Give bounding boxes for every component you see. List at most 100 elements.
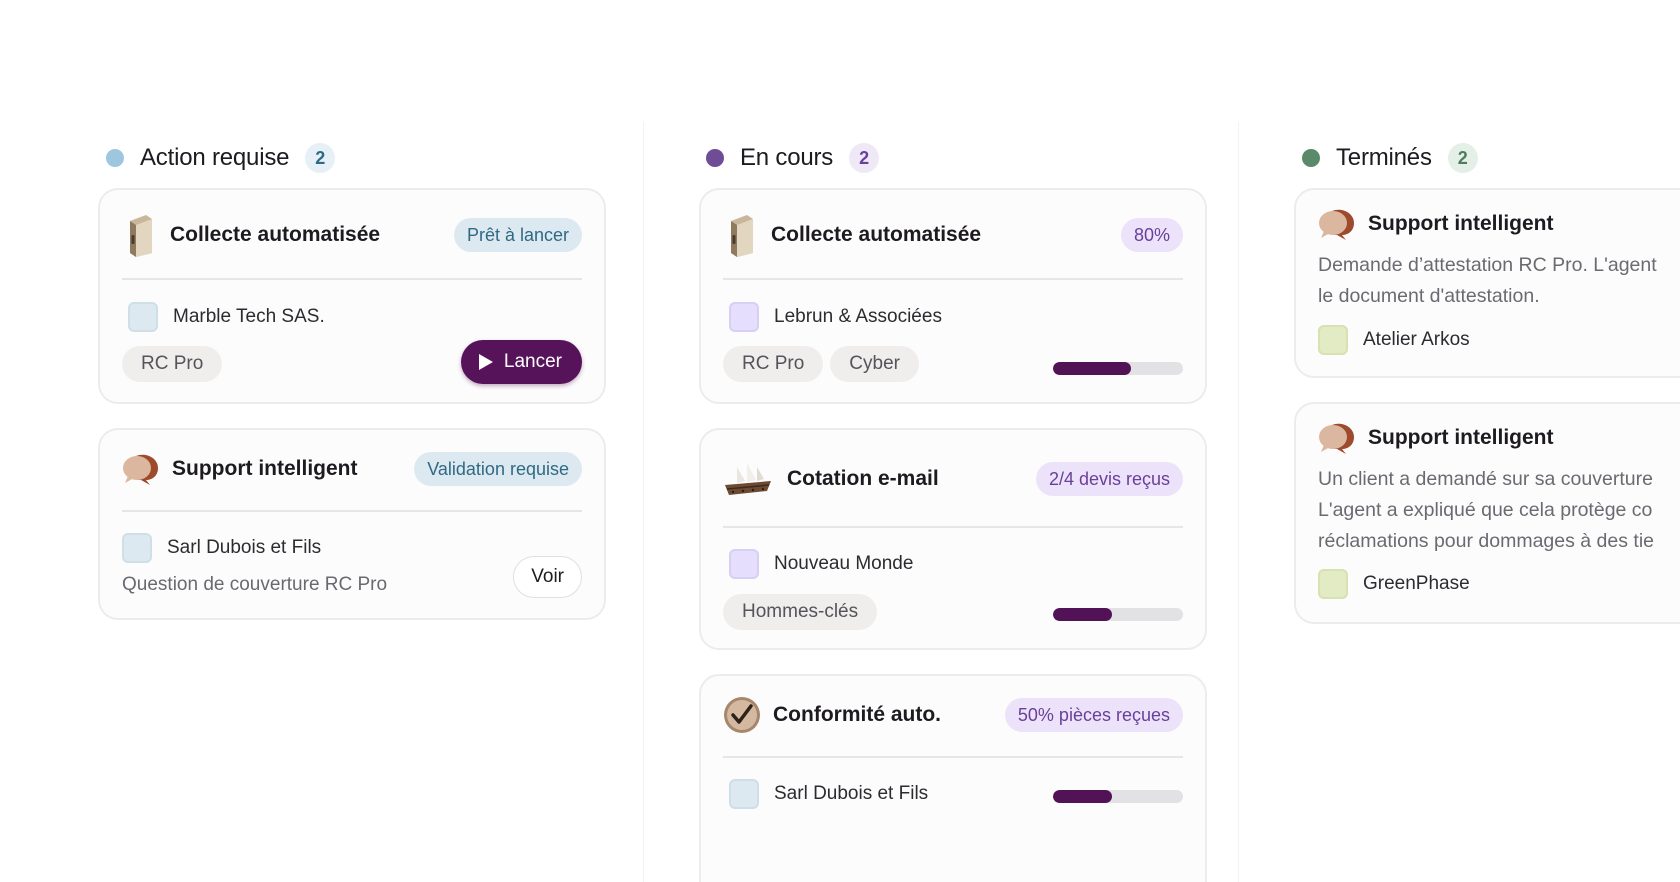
card-title: Cotation e-mail: [787, 467, 939, 490]
card-header: Conformité auto. 50% pièces reçues: [723, 690, 1183, 740]
progress-bar: [1053, 790, 1183, 803]
progress-bar: [1053, 608, 1183, 621]
tag-list: RC Pro: [122, 346, 229, 382]
column-termines: Terminés 2 Support intelligent Demande d…: [1256, 122, 1680, 882]
client-avatar: [128, 302, 158, 332]
client-row: Marble Tech SAS.: [128, 301, 325, 333]
client-avatar: [1318, 569, 1348, 599]
card-divider: [122, 278, 582, 280]
client-row: Nouveau Monde: [729, 548, 913, 580]
client-row: Atelier Arkos: [1318, 324, 1470, 356]
card-divider: [723, 526, 1183, 528]
binder-icon: [122, 213, 158, 257]
progress-fill: [1053, 362, 1131, 375]
client-row: Sarl Dubois et Fils: [729, 778, 928, 810]
card-subtext: Question de couverture RC Pro: [122, 574, 388, 595]
card-header: Support intelligent: [1318, 202, 1680, 246]
column-divider: [1238, 122, 1239, 882]
status-badge: Validation requise: [414, 452, 582, 486]
task-card[interactable]: Collecte automatisée 80% Lebrun & Associ…: [699, 188, 1207, 404]
card-header: Support intelligent Validation requise: [122, 444, 582, 494]
play-icon: [478, 354, 493, 370]
column-count-badge: 2: [849, 143, 880, 173]
client-avatar: [729, 549, 759, 579]
tag-list: Hommes-clés: [723, 594, 884, 630]
card-title: Support intelligent: [172, 457, 358, 480]
checkmark-badge-icon: [723, 696, 761, 734]
description-line: réclamations pour dommages à des tie: [1318, 530, 1655, 552]
progress-fill: [1053, 790, 1112, 803]
column-title: En cours: [740, 144, 834, 171]
card-title: Support intelligent: [1368, 212, 1554, 235]
client-name: GreenPhase: [1363, 573, 1470, 594]
client-avatar: [729, 302, 759, 332]
tag: RC Pro: [723, 346, 824, 382]
status-badge: 2/4 devis reçus: [1035, 462, 1183, 496]
client-name: Marble Tech SAS.: [173, 306, 325, 327]
column-divider: [643, 122, 644, 882]
card-header: Cotation e-mail 2/4 devis reçus: [723, 454, 1183, 504]
card-title: Support intelligent: [1368, 426, 1554, 449]
card-title: Collecte automatisée: [771, 223, 982, 246]
kanban-board: Action requise 2 Collecte automatisée Pr…: [0, 0, 1680, 882]
column-header: Terminés 2: [1302, 140, 1478, 176]
card-header: Collecte automatisée 80%: [723, 210, 1183, 260]
card-header: Collecte automatisée Prêt à lancer: [122, 210, 582, 260]
launch-button[interactable]: Lancer: [460, 340, 582, 384]
view-button[interactable]: Voir: [513, 556, 582, 598]
chat-bubbles-icon: [1318, 207, 1356, 241]
client-name: Lebrun & Associées: [774, 306, 942, 327]
sailboats-icon: [723, 459, 775, 499]
status-dot: [1302, 149, 1320, 167]
description-line: Un client a demandé sur sa couverture: [1318, 468, 1653, 490]
card-divider: [723, 278, 1183, 280]
binder-icon: [723, 213, 759, 257]
card-divider: [723, 756, 1183, 758]
column-en-cours: En cours 2 Collecte automatisée 80% Lebr…: [661, 122, 1231, 882]
tag-list: RC Pro Cyber: [723, 346, 926, 382]
client-name: Sarl Dubois et Fils: [167, 537, 322, 558]
task-card[interactable]: Collecte automatisée Prêt à lancer Marbl…: [98, 188, 606, 404]
tag: RC Pro: [122, 346, 223, 382]
client-row: Sarl Dubois et Fils: [122, 532, 321, 564]
status-badge: 80%: [1120, 218, 1183, 252]
description-line: L'agent a expliqué que cela protège co: [1318, 499, 1653, 521]
column-action-requise: Action requise 2 Collecte automatisée Pr…: [66, 122, 636, 882]
launch-button-label: Lancer: [503, 351, 562, 372]
description-line: le document d'attestation.: [1318, 285, 1540, 307]
progress-bar: [1053, 362, 1183, 375]
description-line: Demande d’attestation RC Pro. L'agent: [1318, 254, 1657, 276]
column-count-badge: 2: [305, 143, 336, 173]
column-header: Action requise 2: [106, 140, 336, 176]
card-description: Demande d’attestation RC Pro. L'agent le…: [1318, 250, 1680, 312]
card-divider: [122, 510, 582, 512]
task-card[interactable]: Support intelligent Un client a demandé …: [1294, 402, 1680, 624]
status-badge: Prêt à lancer: [453, 218, 582, 252]
client-avatar: [122, 533, 152, 563]
task-card[interactable]: Support intelligent Demande d’attestatio…: [1294, 188, 1680, 378]
card-description: Un client a demandé sur sa couverture L'…: [1318, 464, 1680, 557]
tag: Cyber: [830, 346, 919, 382]
task-card[interactable]: Support intelligent Validation requise S…: [98, 428, 606, 620]
client-name: Nouveau Monde: [774, 553, 914, 574]
client-row: GreenPhase: [1318, 568, 1470, 600]
column-title: Terminés: [1336, 144, 1432, 171]
column-title: Action requise: [140, 144, 290, 171]
column-count-badge: 2: [1447, 143, 1478, 173]
tag: Hommes-clés: [723, 594, 878, 630]
client-avatar: [1318, 325, 1348, 355]
card-title: Collecte automatisée: [170, 223, 381, 246]
card-title: Conformité auto.: [773, 703, 941, 726]
status-dot: [706, 149, 724, 167]
card-header: Support intelligent: [1318, 416, 1680, 460]
client-avatar: [729, 779, 759, 809]
chat-bubbles-icon: [1318, 421, 1356, 455]
progress-fill: [1053, 608, 1112, 621]
status-badge: 50% pièces reçues: [1004, 698, 1183, 732]
task-card[interactable]: Conformité auto. 50% pièces reçues Sarl …: [699, 674, 1207, 882]
column-header: En cours 2: [706, 140, 880, 176]
chat-bubbles-icon: [122, 452, 160, 486]
client-name: Atelier Arkos: [1363, 329, 1470, 350]
task-card[interactable]: Cotation e-mail 2/4 devis reçus Nouveau …: [699, 428, 1207, 650]
status-dot: [106, 149, 124, 167]
